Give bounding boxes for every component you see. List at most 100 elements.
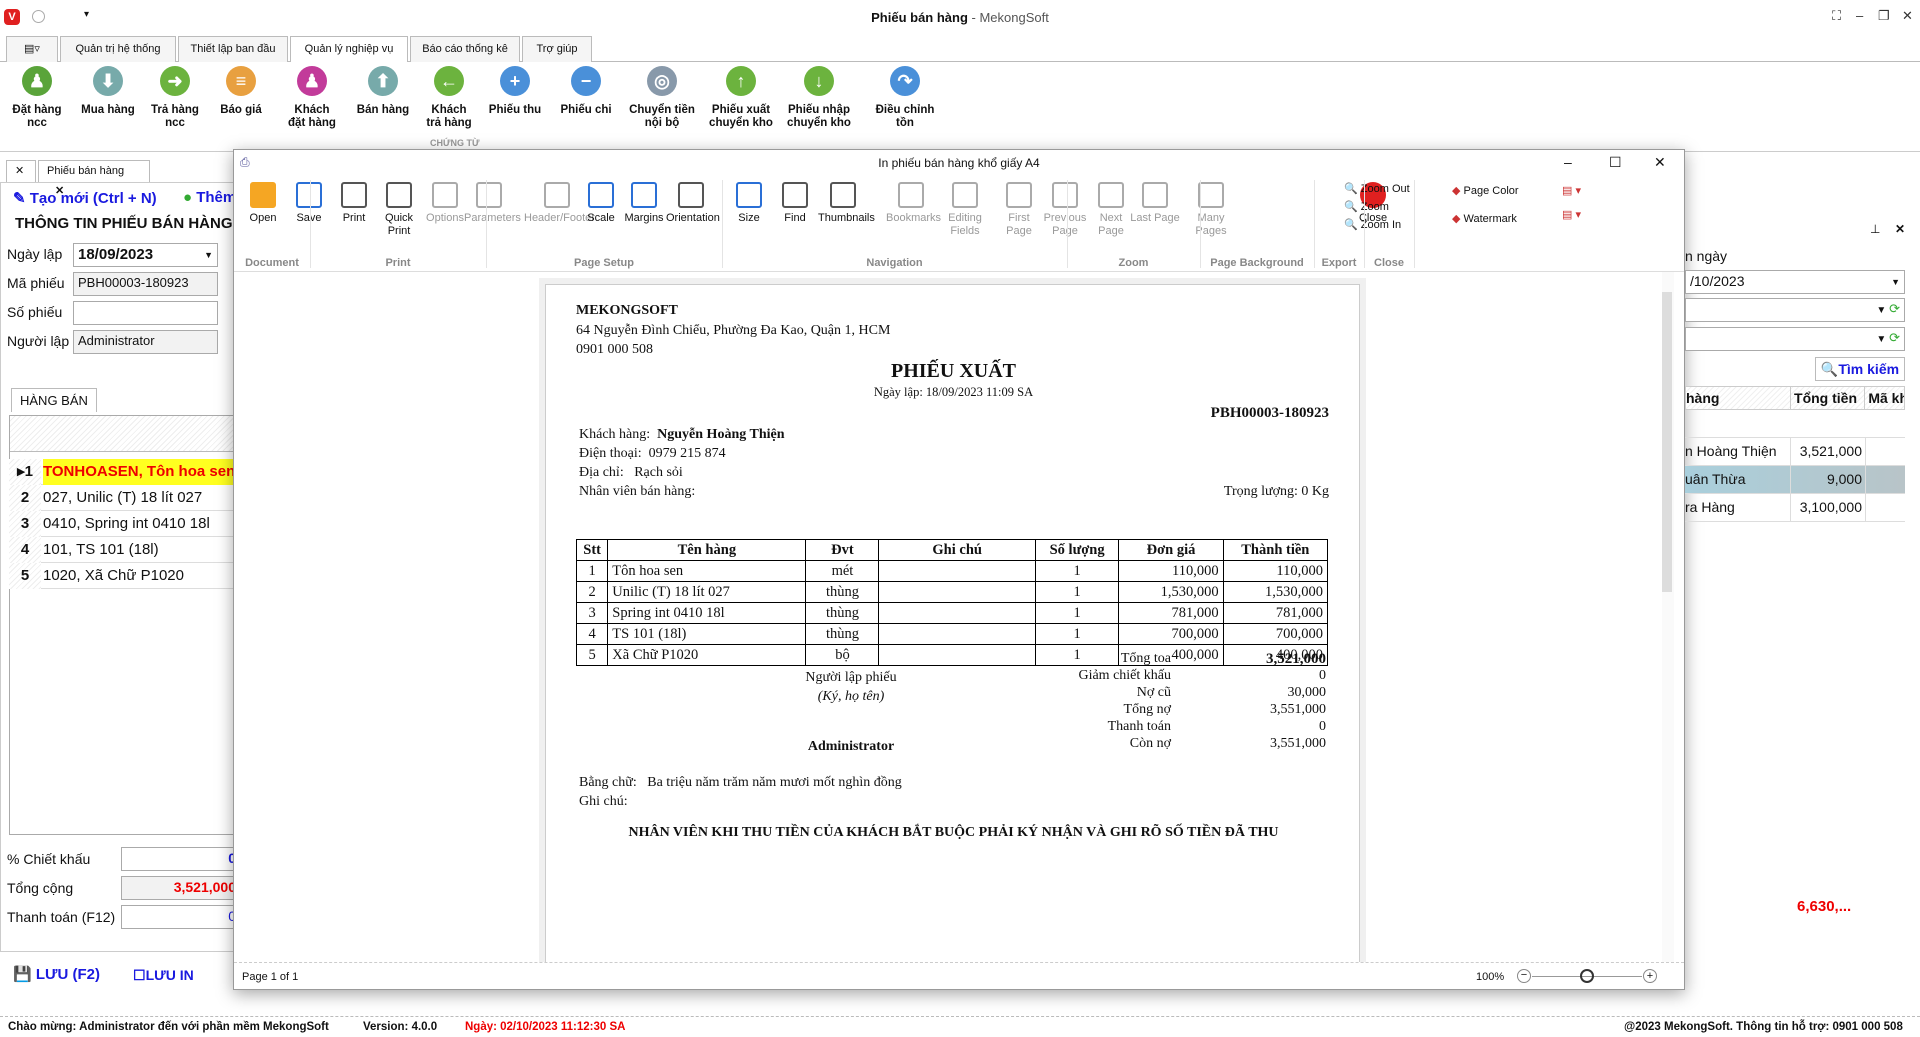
pin-icon[interactable]: ⊥: [1870, 222, 1880, 236]
print-button-first-page[interactable]: First Page: [994, 182, 1044, 238]
goods-row[interactable]: 2 027, Unilic (T) 18 lít 027: [9, 485, 241, 511]
minimize-button[interactable]: –: [1856, 8, 1863, 23]
print-button-thumbnails[interactable]: Thumbnails: [818, 182, 875, 225]
print-button-parameters[interactable]: Parameters: [464, 182, 521, 225]
fullscreen-icon[interactable]: ⛶: [1832, 8, 1841, 24]
total-row: Giảm chiết khấu 0: [1078, 668, 1326, 683]
ribbon-button-12[interactable]: ↷ Điều chỉnh tồn: [868, 66, 942, 130]
title-bar: V ▾ Phiếu bán hàng - MekongSoft ⛶ – ❐ ✕: [0, 0, 1920, 34]
print-button-editing-fields[interactable]: Editing Fields: [940, 182, 990, 238]
zoom-menu-item[interactable]: 🔍 Zoom In: [1344, 218, 1401, 231]
save-print-checkbox[interactable]: ☐LƯU IN: [133, 967, 194, 984]
ribbon-button-6[interactable]: ← Khách trả hàng: [412, 66, 486, 130]
search-button[interactable]: 🔍Tìm kiếm: [1815, 357, 1905, 381]
goods-tab[interactable]: HÀNG BÁN: [11, 388, 97, 412]
ribbon-button-10[interactable]: ↑ Phiếu xuất chuyển kho: [704, 66, 778, 130]
goods-row[interactable]: 5 1020, Xã Chữ P1020: [9, 563, 241, 589]
signer-name: Administrator: [807, 739, 895, 754]
number-field[interactable]: [73, 301, 218, 325]
zoom-in-button[interactable]: +: [1643, 969, 1657, 983]
print-button-size[interactable]: Size: [724, 182, 774, 225]
creator-field[interactable]: Administrator: [73, 330, 218, 354]
ribbon-icon: −: [571, 66, 601, 96]
filter-combo-1[interactable]: ▼ ⟳: [1685, 298, 1905, 322]
save-button[interactable]: 💾 LƯU (F2): [13, 965, 100, 983]
code-field[interactable]: PBH00003-180923: [73, 272, 218, 296]
dialog-close-button[interactable]: ✕: [1654, 154, 1666, 171]
goods-row[interactable]: 4 101, TS 101 (18l): [9, 537, 241, 563]
new-button[interactable]: ✎ Tạo mới (Ctrl + N): [13, 189, 157, 207]
print-button-find[interactable]: Find: [770, 182, 820, 225]
tab-thiet-lap[interactable]: Thiết lập ban đầu: [178, 36, 288, 62]
vertical-scrollbar[interactable]: [1662, 272, 1674, 962]
panel-close-icon[interactable]: ✕: [1895, 222, 1905, 236]
tab-quan-tri[interactable]: Quản trị hệ thống: [60, 36, 176, 62]
close-button[interactable]: ✕: [1902, 8, 1913, 24]
print-button-previous-page[interactable]: Previous Page: [1040, 182, 1090, 238]
table-cell: [878, 623, 1036, 645]
to-date-picker[interactable]: /10/2023 ▼: [1685, 270, 1905, 294]
ribbon-button-11[interactable]: ↓ Phiếu nhập chuyển kho: [782, 66, 856, 130]
tab-bao-cao[interactable]: Báo cáo thống kê: [410, 36, 520, 62]
result-row[interactable]: n Hoàng Thiện 3,521,000: [1685, 438, 1905, 466]
ribbon-button-7[interactable]: + Phiếu thu: [478, 66, 552, 117]
ribbon-icon: ⬇: [93, 66, 123, 96]
ribbon-button-9[interactable]: ◎ Chuyển tiền nội bộ: [625, 66, 699, 130]
payment-field[interactable]: 0: [121, 905, 241, 929]
page-background-item[interactable]: ◆ Watermark: [1452, 212, 1517, 225]
date-picker[interactable]: 18/09/2023 ▼: [73, 243, 218, 267]
col-total[interactable]: Tổng tiền: [1790, 387, 1864, 409]
print-button-last-page[interactable]: Last Page: [1130, 182, 1180, 225]
col-code[interactable]: Mã kh: [1864, 387, 1904, 409]
zoom-menu-item[interactable]: 🔍 Zoom Out: [1344, 182, 1410, 195]
group-divider: [1414, 180, 1415, 268]
tab-quan-ly-nghiep-vu[interactable]: Quản lý nghiệp vụ: [290, 36, 408, 63]
zoom-menu-item[interactable]: 🔍 Zoom: [1344, 200, 1389, 213]
row-item: TONHOASEN, Tôn hoa sen: [43, 459, 241, 485]
restore-button[interactable]: ❐: [1878, 8, 1890, 24]
ribbon-button-4[interactable]: ♟ Khách đặt hàng: [275, 66, 349, 130]
export-file-button[interactable]: ▤ ▾: [1562, 208, 1581, 221]
zoom-out-button[interactable]: −: [1517, 969, 1531, 983]
print-button-margins[interactable]: Margins: [619, 182, 669, 225]
group-divider: [1200, 180, 1201, 268]
table-header: Tên hàng: [607, 539, 807, 561]
col-customer[interactable]: hàng: [1686, 387, 1790, 409]
print-button-orientation[interactable]: Orientation: [666, 182, 720, 225]
print-button-next-page[interactable]: Next Page: [1086, 182, 1136, 238]
result-row[interactable]: ra Hàng 3,100,000: [1685, 494, 1905, 522]
export-pdf-button[interactable]: ▤ ▾: [1562, 184, 1581, 197]
tab-phieu-ban-hang[interactable]: Phiếu bán hàng ✕: [38, 160, 150, 197]
print-button-bookmarks[interactable]: Bookmarks: [886, 182, 941, 225]
ribbon-button-2[interactable]: ➜ Trả hàng ncc: [138, 66, 212, 130]
dialog-minimize-button[interactable]: –: [1564, 154, 1572, 170]
discount-field[interactable]: 0: [121, 847, 241, 871]
page-background-item[interactable]: ◆ Page Color: [1452, 184, 1519, 197]
phone-line: Điện thoại: 0979 215 874: [579, 446, 726, 461]
filter-combo-2[interactable]: ▼ ⟳: [1685, 327, 1905, 351]
print-button-print[interactable]: Print: [329, 182, 379, 225]
print-button-open[interactable]: Open: [238, 182, 288, 225]
goods-row[interactable]: ▸1 TONHOASEN, Tôn hoa sen: [9, 459, 241, 485]
close-all-tabs-button[interactable]: ✕: [6, 160, 36, 182]
ribbon-button-0[interactable]: ♟ Đặt hàng ncc: [0, 66, 74, 130]
tab-tro-giup[interactable]: Trợ giúp: [522, 36, 592, 62]
result-row[interactable]: uân Thừa 9,000: [1685, 466, 1905, 494]
print-button-quick-print[interactable]: Quick Print: [374, 182, 424, 238]
zoom-slider-thumb[interactable]: [1580, 969, 1594, 983]
goods-row[interactable]: 3 0410, Spring int 0410 18l: [9, 511, 241, 537]
version-text: Version: 4.0.0: [363, 1021, 438, 1033]
print-button-many-pages[interactable]: Many Pages: [1186, 182, 1236, 238]
ribbon-button-3[interactable]: ≡ Báo giá: [204, 66, 278, 117]
dialog-maximize-button[interactable]: ☐: [1609, 154, 1622, 171]
add-button[interactable]: ● Thêm: [183, 189, 236, 206]
ribbon-button-8[interactable]: − Phiếu chi: [549, 66, 623, 117]
toolbar-icon: [1098, 182, 1124, 208]
table-cell: 1: [1034, 602, 1120, 624]
table-header: Ghi chú: [878, 539, 1036, 561]
ribbon-button-1[interactable]: ⬇ Mua hàng: [71, 66, 145, 117]
print-button-save[interactable]: Save: [284, 182, 334, 225]
ribbon-menu-button[interactable]: ▤▿: [6, 36, 58, 62]
ribbon-button-5[interactable]: ⬆ Bán hàng: [346, 66, 420, 117]
print-button-options[interactable]: Options: [420, 182, 470, 225]
